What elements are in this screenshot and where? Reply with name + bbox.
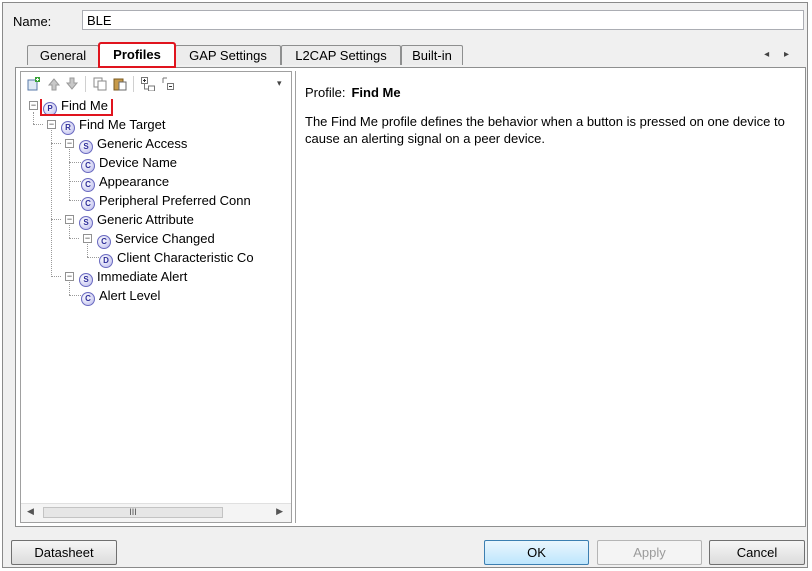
toolbar-overflow-icon[interactable]: ▾ (277, 78, 282, 89)
cancel-button[interactable]: Cancel (709, 540, 805, 565)
role-icon: R (61, 121, 75, 135)
toolbar-separator (133, 76, 134, 92)
characteristic-icon: C (81, 292, 95, 306)
tree-line (51, 130, 52, 275)
tab-l2cap-settings[interactable]: L2CAP Settings (281, 45, 401, 65)
tree-line (33, 112, 34, 124)
tab-general[interactable]: General (27, 45, 99, 65)
name-input[interactable] (82, 10, 804, 30)
tree-node-label: Generic Access (97, 136, 188, 151)
paste-icon[interactable] (113, 77, 127, 91)
tree-line (51, 143, 61, 144)
scroll-thumb[interactable]: III (43, 507, 223, 518)
move-up-icon[interactable] (47, 77, 61, 91)
service-icon: S (79, 140, 93, 154)
tree-node-appearance[interactable]: C Appearance (81, 173, 170, 192)
collapse-toggle[interactable]: − (65, 272, 74, 281)
characteristic-icon: C (81, 197, 95, 211)
tab-gap-settings[interactable]: GAP Settings (175, 45, 281, 65)
tree-node-find-me[interactable]: P Find Me (40, 99, 113, 116)
service-icon: S (79, 216, 93, 230)
collapse-toggle[interactable]: − (83, 234, 92, 243)
tree-node-label: Generic Attribute (97, 212, 194, 227)
collapse-toggle[interactable]: − (29, 101, 38, 110)
tree-line (33, 124, 43, 125)
profile-icon: P (43, 102, 57, 116)
tree-line (87, 244, 88, 257)
horizontal-scrollbar[interactable]: ◀ III ▶ (21, 503, 291, 522)
profile-label: Profile: (305, 85, 346, 100)
profile-heading: Profile: Find Me (305, 85, 401, 100)
ok-button[interactable]: OK (484, 540, 589, 565)
copy-icon[interactable] (93, 77, 107, 91)
tree-line (69, 181, 81, 182)
tree-node-peripheral-preferred[interactable]: C Peripheral Preferred Conn (81, 192, 251, 211)
tree-line (69, 200, 81, 201)
move-down-icon[interactable] (65, 77, 79, 91)
tree-node-alert-level[interactable]: C Alert Level (81, 287, 161, 306)
tree-node-service-changed[interactable]: C Service Changed (97, 230, 215, 249)
tree-node-immediate-alert[interactable]: S Immediate Alert (79, 268, 188, 287)
tree-line (87, 257, 99, 258)
descriptor-icon: D (99, 254, 113, 268)
toolbar-separator (85, 76, 86, 92)
tab-scroll-arrows[interactable]: ◂ ▸ (764, 49, 795, 60)
tree-node-label: Device Name (99, 155, 178, 170)
profile-description: The Find Me profile defines the behavior… (305, 114, 785, 146)
tab-strip: General Profiles GAP Settings L2CAP Sett… (3, 42, 809, 68)
tree-line (69, 162, 81, 163)
datasheet-button[interactable]: Datasheet (11, 540, 117, 565)
collapse-toggle[interactable]: − (65, 139, 74, 148)
tree-toolbar: ▾ (21, 72, 291, 96)
tree-node-label: Appearance (99, 174, 170, 189)
tab-built-in[interactable]: Built-in (401, 45, 463, 65)
tree-node-generic-access[interactable]: S Generic Access (79, 135, 188, 154)
tree-line (69, 149, 70, 200)
characteristic-icon: C (81, 178, 95, 192)
collapse-toggle[interactable]: − (65, 215, 74, 224)
tree-node-find-me-target[interactable]: R Find Me Target (61, 116, 166, 135)
tree-node-label: Immediate Alert (97, 269, 188, 284)
tree-line (51, 276, 61, 277)
collapse-all-icon[interactable] (161, 77, 175, 91)
profile-tree: − − − − − − P Find Me R Find Me Target S Ge… (21, 99, 291, 494)
expand-all-icon[interactable] (141, 77, 155, 91)
scroll-left-icon[interactable]: ◀ (27, 506, 34, 517)
service-icon: S (79, 273, 93, 287)
tree-node-label: Service Changed (115, 231, 215, 246)
characteristic-icon: C (97, 235, 111, 249)
tree-line (69, 225, 70, 238)
tree-node-label: Alert Level (99, 288, 161, 303)
tree-node-label: Client Characteristic Co (117, 250, 254, 265)
add-icon[interactable] (27, 77, 41, 91)
tree-node-client-characteristic[interactable]: D Client Characteristic Co (99, 249, 254, 268)
tree-node-generic-attribute[interactable]: S Generic Attribute (79, 211, 194, 230)
tree-line (51, 219, 61, 220)
tree-node-label: Find Me Target (79, 117, 166, 132)
profile-details-pane: Profile: Find Me The Find Me profile defi… (295, 71, 802, 523)
characteristic-icon: C (81, 159, 95, 173)
scroll-right-icon[interactable]: ▶ (276, 506, 283, 517)
name-label: Name: (13, 14, 52, 29)
tree-line (69, 282, 70, 295)
tree-node-label: Find Me (61, 99, 108, 113)
tree-line (69, 295, 81, 296)
profile-editor-dialog: Name: General Profiles GAP Settings L2CA… (2, 2, 808, 568)
tab-content: ▾ − − − − − − P Find Me R Find Me Target… (15, 67, 806, 527)
apply-button[interactable]: Apply (597, 540, 702, 565)
tab-profiles[interactable]: Profiles (98, 42, 176, 68)
tree-node-device-name[interactable]: C Device Name (81, 154, 178, 173)
profile-name: Find Me (351, 85, 401, 100)
tree-node-label: Peripheral Preferred Conn (99, 193, 251, 208)
collapse-toggle[interactable]: − (47, 120, 56, 129)
profile-tree-pane: ▾ − − − − − − P Find Me R Find Me Target… (20, 71, 292, 523)
tree-line (69, 238, 79, 239)
